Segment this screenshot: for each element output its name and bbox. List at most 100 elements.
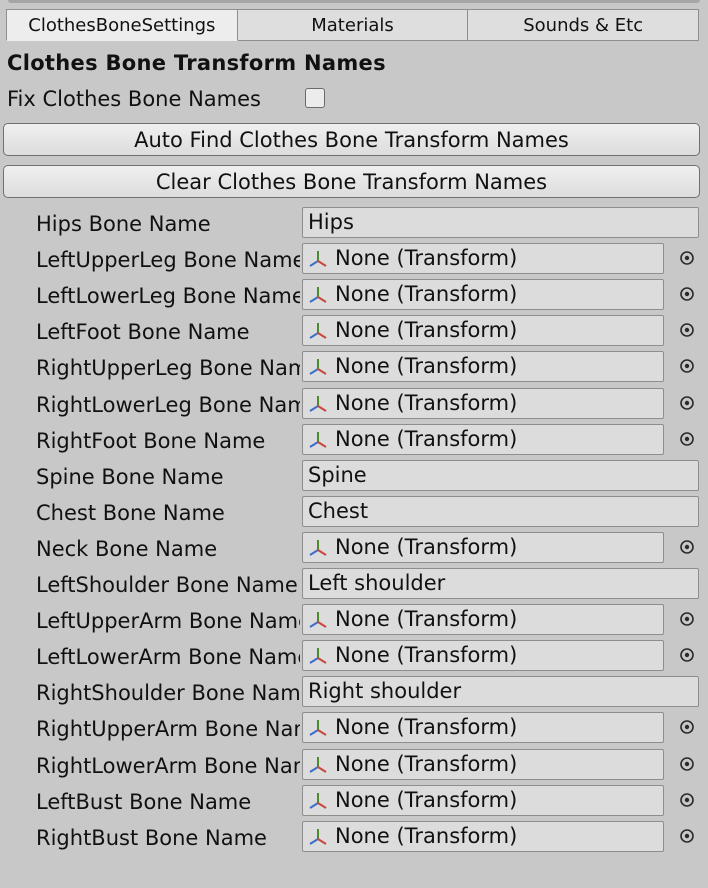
bone-transform-object-field[interactable]: None (Transform)	[302, 785, 664, 816]
bone-field-row: Hips Bone Name Hips	[0, 207, 708, 240]
bone-field-label: LeftUpperLeg Bone Name	[36, 248, 300, 272]
object-picker-icon[interactable]	[679, 358, 695, 374]
object-field-value: None (Transform)	[335, 824, 518, 848]
bone-transform-object-field[interactable]: None (Transform)	[302, 604, 664, 635]
object-field-value: None (Transform)	[335, 354, 518, 378]
bone-field-label: Neck Bone Name	[36, 537, 218, 561]
bone-transform-object-field[interactable]: None (Transform)	[302, 712, 664, 743]
object-picker-icon[interactable]	[679, 250, 695, 266]
object-field-value: None (Transform)	[335, 427, 518, 451]
transform-axes-icon	[307, 826, 335, 848]
bone-transform-object-field[interactable]: None (Transform)	[302, 749, 664, 780]
object-field-value: None (Transform)	[335, 788, 518, 812]
bone-name-text-field[interactable]: Left shoulder	[302, 568, 699, 599]
tab-clothes-bone-settings[interactable]: ClothesBoneSettings	[6, 9, 238, 41]
object-picker-icon[interactable]	[679, 395, 695, 411]
object-field-value: None (Transform)	[335, 282, 518, 306]
bone-field-row: RightUpperArm Bone Name None (Transform)	[0, 712, 708, 745]
object-field-value: None (Transform)	[335, 318, 518, 342]
bone-field-row: LeftLowerArm Bone Name None (Transform)	[0, 640, 708, 673]
object-picker-icon[interactable]	[679, 828, 695, 844]
bone-field-row: Neck Bone Name None (Transform)	[0, 532, 708, 565]
bone-transform-object-field[interactable]: None (Transform)	[302, 315, 664, 346]
object-field-value: None (Transform)	[335, 391, 518, 415]
bone-field-label: LeftFoot Bone Name	[36, 320, 250, 344]
object-picker-icon[interactable]	[679, 719, 695, 735]
object-picker-icon[interactable]	[679, 431, 695, 447]
clear-button[interactable]: Clear Clothes Bone Transform Names	[3, 165, 700, 198]
bone-transform-object-field[interactable]: None (Transform)	[302, 821, 664, 852]
bone-field-row: LeftUpperLeg Bone Name None (Transform)	[0, 243, 708, 276]
object-field-value: None (Transform)	[335, 607, 518, 631]
transform-axes-icon	[307, 717, 335, 739]
transform-axes-icon	[307, 356, 335, 378]
bone-transform-object-field[interactable]: None (Transform)	[302, 279, 664, 310]
object-picker-icon[interactable]	[679, 322, 695, 338]
transform-axes-icon	[307, 248, 335, 270]
object-field-value: None (Transform)	[335, 715, 518, 739]
object-picker-icon[interactable]	[679, 286, 695, 302]
object-picker-icon[interactable]	[679, 792, 695, 808]
object-picker-icon[interactable]	[679, 647, 695, 663]
bone-field-row: LeftLowerLeg Bone Name None (Transform)	[0, 279, 708, 312]
bone-transform-object-field[interactable]: None (Transform)	[302, 388, 664, 419]
bone-field-label: RightBust Bone Name	[36, 826, 267, 850]
bone-field-label: LeftShoulder Bone Name	[36, 573, 298, 597]
object-field-value: None (Transform)	[335, 752, 518, 776]
bone-transform-object-field[interactable]: None (Transform)	[302, 532, 664, 563]
bone-transform-object-field[interactable]: None (Transform)	[302, 640, 664, 671]
object-picker-icon[interactable]	[679, 756, 695, 772]
object-picker-icon[interactable]	[679, 611, 695, 627]
transform-axes-icon	[307, 537, 335, 559]
bone-transform-object-field[interactable]: None (Transform)	[302, 243, 664, 274]
top-edge	[0, 0, 708, 4]
bone-name-text-field[interactable]: Hips	[302, 207, 699, 238]
bone-field-row: RightShoulder Bone Name Right shoulder	[0, 676, 708, 709]
fix-bone-names-label: Fix Clothes Bone Names	[7, 87, 261, 111]
bone-field-row: RightLowerArm Bone Name None (Transform)	[0, 749, 708, 782]
bone-field-label: LeftLowerArm Bone Name	[36, 645, 300, 669]
bone-field-row: LeftBust Bone Name None (Transform)	[0, 785, 708, 818]
bone-field-label: Hips Bone Name	[36, 212, 211, 236]
transform-axes-icon	[307, 754, 335, 776]
object-field-value: None (Transform)	[335, 643, 518, 667]
bone-field-label: Spine Bone Name	[36, 465, 224, 489]
fix-bone-names-checkbox[interactable]	[305, 88, 325, 108]
bone-field-label: RightLowerLeg Bone Name	[36, 393, 300, 417]
object-field-value: None (Transform)	[335, 246, 518, 270]
transform-axes-icon	[307, 393, 335, 415]
transform-axes-icon	[307, 790, 335, 812]
bone-field-label: LeftLowerLeg Bone Name	[36, 284, 300, 308]
auto-find-button[interactable]: Auto Find Clothes Bone Transform Names	[3, 123, 700, 156]
bone-field-row: LeftUpperArm Bone Name None (Transform)	[0, 604, 708, 637]
bone-field-row: RightLowerLeg Bone Name None (Transform)	[0, 388, 708, 421]
transform-axes-icon	[307, 429, 335, 451]
section-header: Clothes Bone Transform Names	[7, 51, 386, 75]
bone-transform-object-field[interactable]: None (Transform)	[302, 351, 664, 382]
bone-field-label: RightShoulder Bone Name	[36, 681, 300, 705]
bone-field-label: Chest Bone Name	[36, 501, 225, 525]
bone-field-row: Chest Bone Name Chest	[0, 496, 708, 529]
bone-field-row: RightBust Bone Name None (Transform)	[0, 821, 708, 854]
bone-transform-object-field[interactable]: None (Transform)	[302, 424, 664, 455]
transform-axes-icon	[307, 320, 335, 342]
tab-materials[interactable]: Materials	[237, 9, 469, 41]
bone-field-row: LeftShoulder Bone Name Left shoulder	[0, 568, 708, 601]
bone-field-row: RightUpperLeg Bone Name None (Transform)	[0, 351, 708, 384]
bone-field-label: LeftUpperArm Bone Name	[36, 609, 300, 633]
bone-field-label: RightLowerArm Bone Name	[36, 754, 300, 778]
object-field-value: None (Transform)	[335, 535, 518, 559]
bone-field-row: Spine Bone Name Spine	[0, 460, 708, 493]
bone-field-label: LeftBust Bone Name	[36, 790, 252, 814]
transform-axes-icon	[307, 284, 335, 306]
bone-field-label: RightFoot Bone Name	[36, 429, 266, 453]
bone-name-text-field[interactable]: Right shoulder	[302, 676, 699, 707]
bone-field-label: RightUpperLeg Bone Name	[36, 356, 300, 380]
bone-name-text-field[interactable]: Chest	[302, 496, 699, 527]
tab-sounds-etc[interactable]: Sounds & Etc	[468, 9, 700, 41]
object-picker-icon[interactable]	[679, 539, 695, 555]
transform-axes-icon	[307, 609, 335, 631]
transform-axes-icon	[307, 645, 335, 667]
bone-name-text-field[interactable]: Spine	[302, 460, 699, 491]
bone-field-row: LeftFoot Bone Name None (Transform)	[0, 315, 708, 348]
